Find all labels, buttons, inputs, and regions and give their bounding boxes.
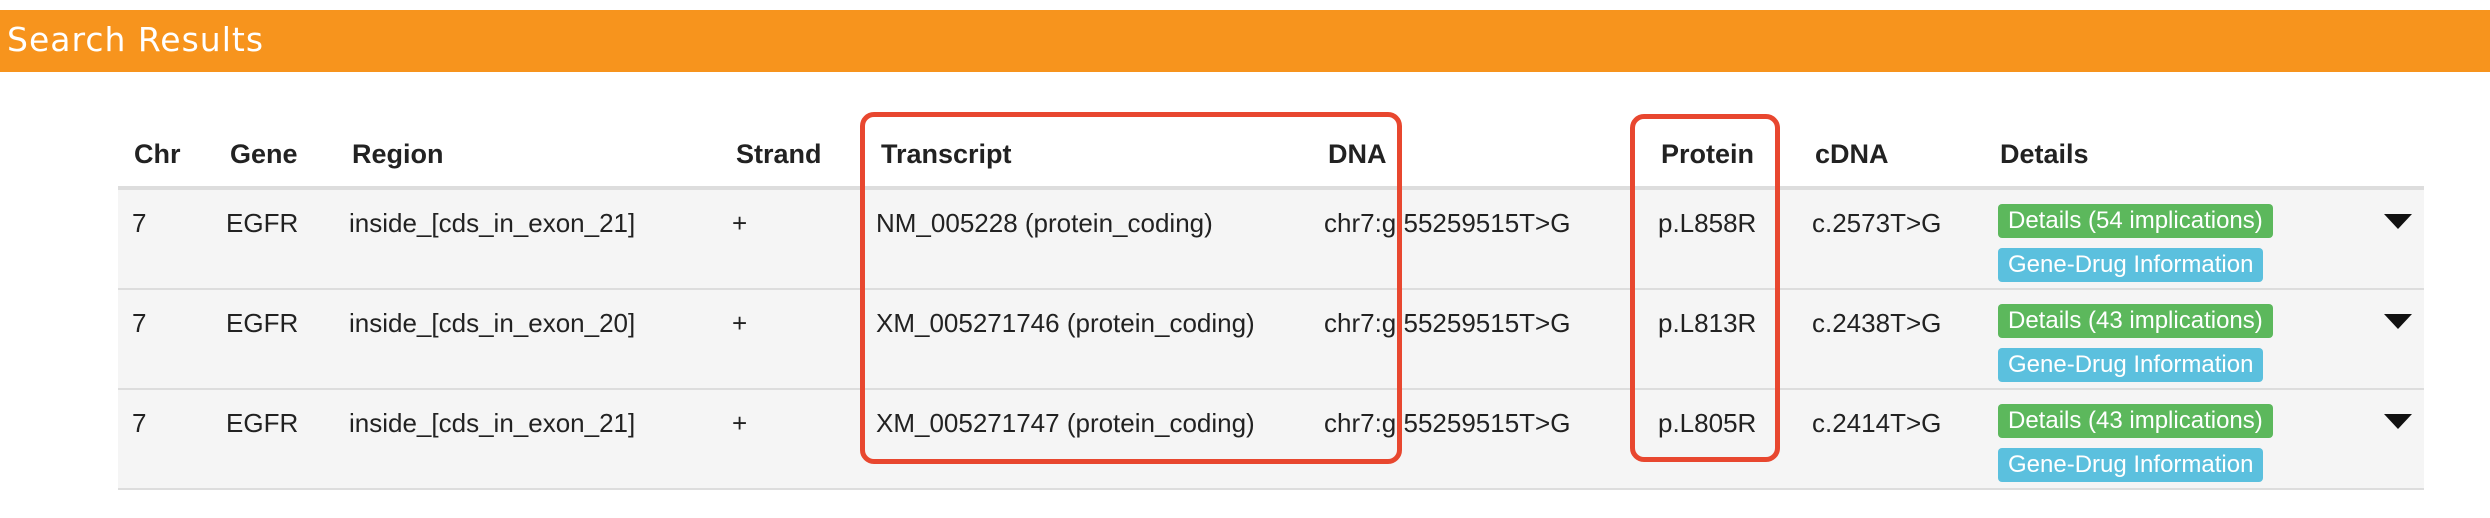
page-title: Search Results — [7, 20, 265, 59]
cell-transcript: XM_005271746 (protein_coding) — [876, 308, 1255, 338]
cell-strand: + — [732, 408, 748, 438]
cell-strand: + — [732, 208, 748, 238]
caret-down-icon[interactable] — [2384, 414, 2412, 429]
cell-chr: 7 — [132, 408, 147, 438]
cell-strand: + — [732, 308, 748, 338]
cell-dna: chr7:g.55259515T>G — [1324, 308, 1571, 338]
cell-chr: 7 — [132, 308, 147, 338]
details-button[interactable]: Details (43 implications) — [1998, 304, 2273, 338]
table-row: 7 EGFR inside_[cds_in_exon_21] + XM_0052… — [118, 390, 2424, 490]
gene-drug-info-button[interactable]: Gene-Drug Information — [1998, 248, 2264, 282]
cell-dna: chr7:g.55259515T>G — [1324, 408, 1571, 438]
header-bar: Search Results — [0, 10, 2490, 72]
cell-cdna: c.2573T>G — [1812, 208, 1942, 238]
column-header-protein: Protein — [1661, 139, 1755, 169]
gene-drug-info-button[interactable]: Gene-Drug Information — [1998, 348, 2264, 382]
results-table: Chr Gene Region Strand Transcript DNA Pr… — [118, 112, 2424, 490]
column-header-gene: Gene — [230, 139, 298, 169]
cell-chr: 7 — [132, 208, 147, 238]
cell-gene: EGFR — [226, 208, 299, 238]
column-header-cdna: cDNA — [1815, 139, 1889, 169]
cell-region: inside_[cds_in_exon_21] — [349, 408, 636, 438]
column-header-dna: DNA — [1328, 139, 1387, 169]
column-header-chr: Chr — [134, 139, 181, 169]
cell-gene: EGFR — [226, 308, 299, 338]
cell-region: inside_[cds_in_exon_21] — [349, 208, 636, 238]
cell-cdna: c.2438T>G — [1812, 308, 1942, 338]
cell-protein: p.L805R — [1658, 408, 1757, 438]
column-header-transcript: Transcript — [881, 139, 1012, 169]
details-button[interactable]: Details (54 implications) — [1998, 204, 2273, 238]
cell-transcript: NM_005228 (protein_coding) — [876, 208, 1213, 238]
cell-cdna: c.2414T>G — [1812, 408, 1942, 438]
column-header-strand: Strand — [736, 139, 822, 169]
cell-region: inside_[cds_in_exon_20] — [349, 308, 636, 338]
details-button[interactable]: Details (43 implications) — [1998, 404, 2273, 438]
table-row: 7 EGFR inside_[cds_in_exon_20] + XM_0052… — [118, 290, 2424, 390]
cell-transcript: XM_005271747 (protein_coding) — [876, 408, 1255, 438]
cell-gene: EGFR — [226, 408, 299, 438]
cell-protein: p.L813R — [1658, 308, 1757, 338]
column-header-region: Region — [352, 139, 444, 169]
table-row: 7 EGFR inside_[cds_in_exon_21] + NM_0052… — [118, 190, 2424, 290]
caret-down-icon[interactable] — [2384, 214, 2412, 229]
gene-drug-info-button[interactable]: Gene-Drug Information — [1998, 448, 2264, 482]
column-header-details: Details — [2000, 139, 2089, 169]
cell-dna: chr7:g.55259515T>G — [1324, 208, 1571, 238]
caret-down-icon[interactable] — [2384, 314, 2412, 329]
cell-protein: p.L858R — [1658, 208, 1757, 238]
